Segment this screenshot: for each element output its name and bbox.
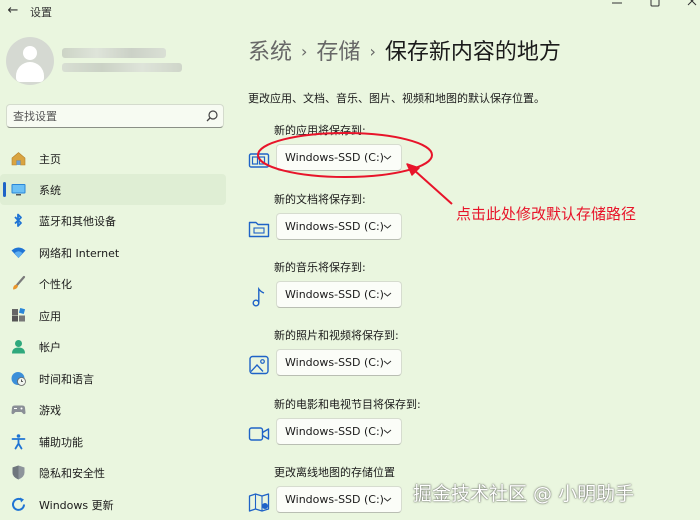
apps-location-dropdown[interactable]: Windows-SSD (C:) — [276, 144, 402, 171]
active-indicator — [3, 182, 6, 197]
sidebar-item-system[interactable]: 系统 — [0, 174, 226, 205]
maximize-button[interactable] — [645, 0, 665, 12]
chevron-down-icon — [383, 224, 392, 229]
close-button[interactable] — [682, 0, 700, 12]
page-title: 保存新内容的地方 — [384, 40, 561, 65]
watermark: 掘金技术社区 @ 小明助手 — [413, 483, 635, 505]
close-icon — [687, 0, 697, 6]
sidebar-item-gaming[interactable]: 游戏 — [0, 394, 226, 425]
search-input[interactable] — [13, 108, 193, 124]
chevron-down-icon — [383, 155, 392, 160]
minimize-button[interactable] — [607, 0, 627, 12]
windows-update-icon — [12, 497, 25, 511]
save-location-music: 新的音乐将保存到: Windows-SSD (C:) — [248, 259, 668, 319]
sidebar-item-apps[interactable]: 应用 — [0, 300, 226, 331]
shield-icon — [12, 465, 25, 480]
dropdown-value: Windows-SSD (C:) — [285, 493, 384, 506]
sidebar-item-accounts[interactable]: 帐户 — [0, 331, 226, 362]
title-bar: ← 设置 — [0, 0, 700, 22]
chevron-down-icon — [383, 360, 392, 365]
sidebar-item-label: 系统 — [39, 184, 61, 197]
dropdown-value: Windows-SSD (C:) — [285, 356, 384, 369]
map-icon — [248, 493, 270, 512]
avatar[interactable] — [6, 37, 54, 85]
sidebar-item-label: 网络和 Internet — [39, 247, 120, 260]
breadcrumb-separator: › — [369, 42, 376, 61]
wifi-icon — [11, 247, 26, 258]
sidebar-item-label: 帐户 — [39, 341, 61, 354]
maps-location-dropdown[interactable]: Windows-SSD (C:) — [276, 486, 402, 513]
globe-clock-icon — [11, 372, 26, 386]
save-location-apps: 新的应用将保存到: Windows-SSD (C:) — [248, 122, 668, 182]
sidebar-item-windows-update[interactable]: Windows 更新 — [0, 489, 226, 520]
arrow-left-icon: ← — [7, 3, 19, 18]
sidebar-item-label: 蓝牙和其他设备 — [39, 215, 116, 228]
section-label: 新的音乐将保存到: — [274, 261, 366, 274]
search-box[interactable] — [6, 104, 224, 128]
dropdown-value: Windows-SSD (C:) — [285, 220, 384, 233]
maximize-icon — [650, 0, 660, 7]
section-label: 新的照片和视频将保存到: — [274, 329, 399, 342]
sidebar-item-bluetooth[interactable]: 蓝牙和其他设备 — [0, 205, 226, 236]
breadcrumb-storage[interactable]: 存储 — [316, 40, 360, 65]
movies-location-dropdown[interactable]: Windows-SSD (C:) — [276, 418, 402, 445]
save-location-photos: 新的照片和视频将保存到: Windows-SSD (C:) — [248, 327, 668, 387]
sidebar-item-privacy[interactable]: 隐私和安全性 — [0, 457, 226, 488]
photo-icon — [249, 355, 269, 375]
photos-location-dropdown[interactable]: Windows-SSD (C:) — [276, 349, 402, 376]
sidebar-item-label: 主页 — [39, 153, 61, 166]
home-icon — [11, 152, 26, 166]
breadcrumb-separator: › — [301, 42, 308, 61]
breadcrumb-system[interactable]: 系统 — [248, 40, 292, 65]
sidebar-item-label: 时间和语言 — [39, 373, 94, 386]
apps-save-icon — [248, 153, 270, 168]
sidebar-item-network[interactable]: 网络和 Internet — [0, 237, 226, 268]
sidebar-item-label: 应用 — [39, 310, 61, 323]
sidebar-item-time-language[interactable]: 时间和语言 — [0, 363, 226, 394]
music-note-icon — [252, 286, 265, 307]
apps-icon — [12, 307, 26, 322]
sidebar-item-label: 隐私和安全性 — [39, 467, 105, 480]
sidebar-item-accessibility[interactable]: 辅助功能 — [0, 426, 226, 457]
brush-icon — [13, 275, 26, 290]
breadcrumb: 系统 › 存储 › 保存新内容的地方 — [248, 34, 561, 66]
sidebar-item-label: 辅助功能 — [39, 436, 83, 449]
system-icon — [11, 184, 26, 196]
documents-location-dropdown[interactable]: Windows-SSD (C:) — [276, 213, 402, 240]
bluetooth-icon — [14, 213, 22, 227]
account-icon — [12, 340, 25, 354]
dropdown-value: Windows-SSD (C:) — [285, 288, 384, 301]
user-avatar-icon — [23, 46, 37, 60]
sidebar-item-personalization[interactable]: 个性化 — [0, 268, 226, 299]
music-location-dropdown[interactable]: Windows-SSD (C:) — [276, 281, 402, 308]
folder-icon — [248, 221, 270, 238]
sidebar-item-label: Windows 更新 — [39, 499, 114, 512]
section-label: 新的电影和电视节目将保存到: — [274, 398, 421, 411]
sidebar-item-label: 游戏 — [39, 404, 61, 417]
section-label: 新的应用将保存到: — [274, 124, 366, 137]
dropdown-value: Windows-SSD (C:) — [285, 151, 384, 164]
save-location-movies: 新的电影和电视节目将保存到: Windows-SSD (C:) — [248, 396, 668, 456]
page-description: 更改应用、文档、音乐、图片、视频和地图的默认保存位置。 — [248, 92, 545, 105]
dropdown-value: Windows-SSD (C:) — [285, 425, 384, 438]
user-name-redacted — [62, 48, 166, 58]
sidebar-item-label: 个性化 — [39, 278, 72, 291]
back-button[interactable]: ← — [4, 2, 22, 20]
chevron-down-icon — [383, 497, 392, 502]
minimize-icon — [612, 2, 622, 4]
section-label: 更改离线地图的存储位置 — [274, 466, 395, 479]
chevron-down-icon — [383, 429, 392, 434]
sidebar-item-home[interactable]: 主页 — [0, 143, 226, 174]
gamepad-icon — [11, 405, 26, 415]
annotation-text: 点击此处修改默认存储路径 — [456, 205, 637, 223]
user-email-redacted — [62, 63, 182, 72]
video-camera-icon — [248, 427, 270, 441]
section-label: 新的文档将保存到: — [274, 193, 366, 206]
window-title: 设置 — [30, 6, 52, 19]
chevron-down-icon — [383, 292, 392, 297]
search-icon[interactable] — [205, 109, 219, 123]
accessibility-icon — [11, 434, 26, 450]
